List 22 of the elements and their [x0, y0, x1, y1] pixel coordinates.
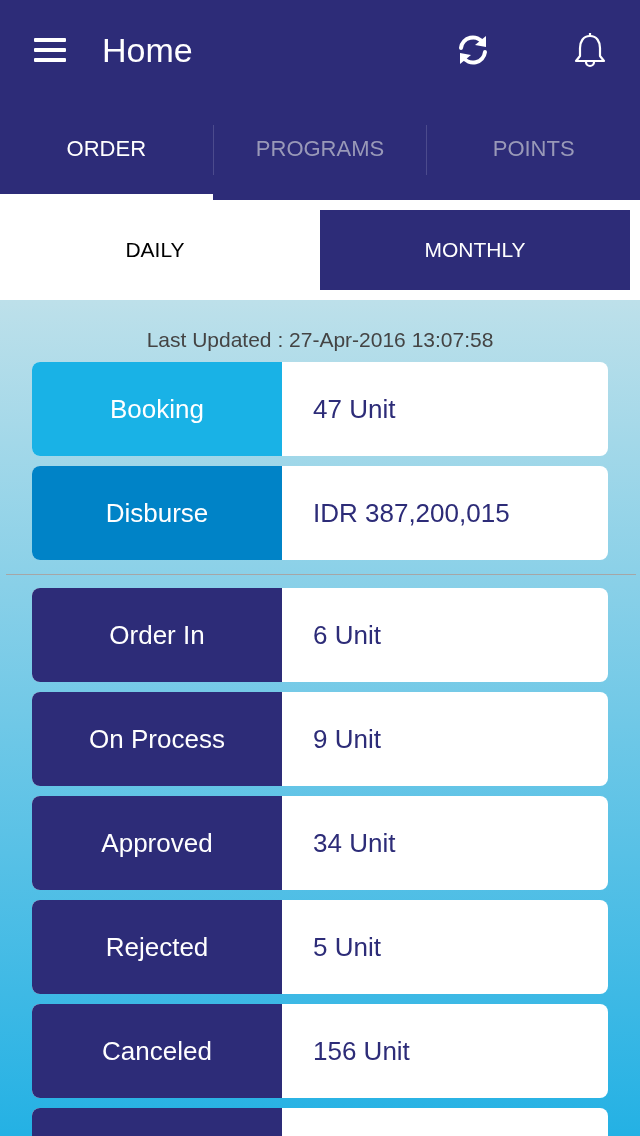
status-value: 34 Unit	[312, 826, 397, 860]
period-toggle[interactable]: MONTHLY	[320, 210, 630, 290]
page-title: Home	[102, 30, 194, 70]
tab[interactable]: PROGRAMS	[213, 100, 427, 200]
status-value: 156 Unit	[312, 1034, 411, 1068]
status-label: On Process	[32, 692, 282, 786]
status-label: Rejected	[32, 900, 282, 994]
tab[interactable]: POINTS	[427, 100, 640, 200]
status-label: Approved	[32, 796, 282, 890]
metric-label: Booking	[32, 362, 282, 456]
status-label: Order In	[32, 588, 282, 682]
bell-icon[interactable]	[572, 32, 608, 68]
status-value: 5 Unit	[312, 930, 382, 964]
status-label: Canceled	[32, 1004, 282, 1098]
metric-label: Disburse	[32, 466, 282, 560]
menu-icon[interactable]	[34, 37, 66, 63]
refresh-icon[interactable]	[456, 33, 490, 67]
status-value: 9 Unit	[312, 722, 382, 756]
status-value: 6 Unit	[312, 618, 382, 652]
metric-value: 47 Unit	[312, 392, 397, 426]
metric-value: IDR 387,200,015	[312, 496, 511, 530]
last-updated-text: Last Updated : 27-Apr-2016 13:07:58	[145, 328, 495, 352]
